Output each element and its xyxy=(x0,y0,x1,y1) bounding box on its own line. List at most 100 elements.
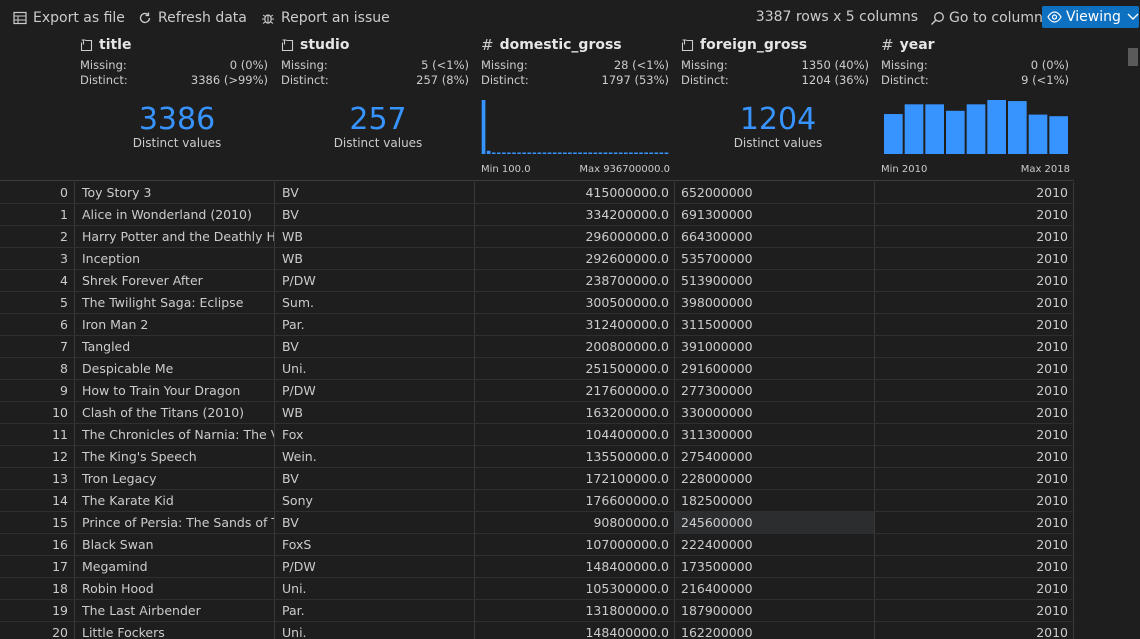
cell-foreign-gross[interactable]: 311300000 xyxy=(675,424,875,445)
cell-studio[interactable]: WB xyxy=(275,402,475,423)
table-row[interactable]: 4 Shrek Forever After P/DW 238700000.0 51390… xyxy=(0,270,1074,292)
cell-year[interactable]: 2010 xyxy=(875,534,1074,555)
cell-foreign-gross[interactable]: 275400000 xyxy=(675,446,875,467)
cell-studio[interactable]: BV xyxy=(275,204,475,225)
cell-foreign-gross[interactable]: 652000000 xyxy=(675,182,875,203)
cell-domestic-gross[interactable]: 105300000.0 xyxy=(475,578,675,599)
table-row[interactable]: 5 The Twilight Saga: Eclipse Sum. 300500000… xyxy=(0,292,1074,314)
export-button[interactable]: Export as file xyxy=(13,8,125,28)
cell-foreign-gross[interactable]: 187900000 xyxy=(675,600,875,621)
cell-title[interactable]: Clash of the Titans (2010) xyxy=(75,402,275,423)
cell-year[interactable]: 2010 xyxy=(875,622,1074,639)
cell-year[interactable]: 2010 xyxy=(875,336,1074,357)
cell-domestic-gross[interactable]: 415000000.0 xyxy=(475,182,675,203)
cell-foreign-gross[interactable]: 162200000 xyxy=(675,622,875,639)
column-header-foreign-gross[interactable]: foreign_gross Missing: 1350 (40%) Distinc… xyxy=(681,34,875,180)
table-row[interactable]: 3 Inception WB 292600000.0 535700000 2010 xyxy=(0,248,1074,270)
table-row[interactable]: 19 The Last Airbender Par. 131800000.0 18790… xyxy=(0,600,1074,622)
cell-domestic-gross[interactable]: 238700000.0 xyxy=(475,270,675,291)
cell-domestic-gross[interactable]: 163200000.0 xyxy=(475,402,675,423)
cell-foreign-gross[interactable]: 535700000 xyxy=(675,248,875,269)
cell-foreign-gross[interactable]: 291600000 xyxy=(675,358,875,379)
table-row[interactable]: 10 Clash of the Titans (2010) WB 163200000.… xyxy=(0,402,1074,424)
cell-foreign-gross[interactable]: 330000000 xyxy=(675,402,875,423)
cell-title[interactable]: Black Swan xyxy=(75,534,275,555)
cell-title[interactable]: How to Train Your Dragon xyxy=(75,380,275,401)
cell-studio[interactable]: P/DW xyxy=(275,556,475,577)
cell-domestic-gross[interactable]: 172100000.0 xyxy=(475,468,675,489)
column-header-domestic-gross[interactable]: # domestic_gross Missing: 28 (<1%) Distin… xyxy=(481,34,675,180)
cell-year[interactable]: 2010 xyxy=(875,512,1074,533)
cell-title[interactable]: Little Fockers xyxy=(75,622,275,639)
cell-domestic-gross[interactable]: 135500000.0 xyxy=(475,446,675,467)
cell-domestic-gross[interactable]: 296000000.0 xyxy=(475,226,675,247)
cell-year[interactable]: 2010 xyxy=(875,490,1074,511)
table-row[interactable]: 2Harry Potter and the Deathly HallowsWB2… xyxy=(0,226,1074,248)
cell-foreign-gross[interactable]: 391000000 xyxy=(675,336,875,357)
cell-year[interactable]: 2010 xyxy=(875,600,1074,621)
cell-year[interactable]: 2010 xyxy=(875,468,1074,489)
cell-studio[interactable]: Fox xyxy=(275,424,475,445)
cell-year[interactable]: 2010 xyxy=(875,556,1074,577)
cell-domestic-gross[interactable]: 148400000.0 xyxy=(475,622,675,639)
viewing-mode-dropdown[interactable]: Viewing xyxy=(1042,6,1139,28)
cell-domestic-gross[interactable]: 90800000.0 xyxy=(475,512,675,533)
cell-title[interactable]: The Karate Kid xyxy=(75,490,275,511)
cell-year[interactable]: 2010 xyxy=(875,380,1074,401)
cell-foreign-gross[interactable]: 311500000 xyxy=(675,314,875,335)
cell-studio[interactable]: BV xyxy=(275,468,475,489)
cell-domestic-gross[interactable]: 292600000.0 xyxy=(475,248,675,269)
cell-domestic-gross[interactable]: 300500000.0 xyxy=(475,292,675,313)
scrollbar-thumb[interactable] xyxy=(1128,48,1138,66)
cell-domestic-gross[interactable]: 217600000.0 xyxy=(475,380,675,401)
column-header-studio[interactable]: studio Missing: 5 (<1%) Distinct: 257 (8%)… xyxy=(281,34,475,180)
table-row[interactable]: 8 Despicable Me Uni. 251500000.0 291600000 20… xyxy=(0,358,1074,380)
table-row[interactable]: 9 How to Train Your Dragon P/DW 217600000.0… xyxy=(0,380,1074,402)
cell-title[interactable]: Despicable Me xyxy=(75,358,275,379)
cell-year[interactable]: 2010 xyxy=(875,226,1074,247)
cell-year[interactable]: 2010 xyxy=(875,204,1074,225)
cell-studio[interactable]: Par. xyxy=(275,314,475,335)
table-row[interactable]: 13 Tron Legacy BV 172100000.0 228000000 2010 xyxy=(0,468,1074,490)
table-row[interactable]: 20 Little Fockers Uni. 148400000.0 162200000… xyxy=(0,622,1074,639)
cell-year[interactable]: 2010 xyxy=(875,578,1074,599)
cell-title[interactable]: The Last Airbender xyxy=(75,600,275,621)
cell-year[interactable]: 2010 xyxy=(875,270,1074,291)
cell-studio[interactable]: WB xyxy=(275,248,475,269)
table-row[interactable]: 6 Iron Man 2 Par. 312400000.0 311500000 2010 xyxy=(0,314,1074,336)
cell-title[interactable]: Alice in Wonderland (2010) xyxy=(75,204,275,225)
cell-year[interactable]: 2010 xyxy=(875,292,1074,313)
cell-title[interactable]: Shrek Forever After xyxy=(75,270,275,291)
refresh-button[interactable]: Refresh data xyxy=(138,8,247,28)
cell-studio[interactable]: Uni. xyxy=(275,578,475,599)
cell-foreign-gross[interactable]: 398000000 xyxy=(675,292,875,313)
cell-studio[interactable]: BV xyxy=(275,336,475,357)
table-row[interactable]: 16 Black Swan FoxS 107000000.0 222400000 2010 xyxy=(0,534,1074,556)
table-row[interactable]: 18 Robin Hood Uni. 105300000.0 216400000 2010 xyxy=(0,578,1074,600)
cell-domestic-gross[interactable]: 200800000.0 xyxy=(475,336,675,357)
cell-foreign-gross[interactable]: 245600000 xyxy=(675,512,875,533)
cell-title[interactable]: The King's Speech xyxy=(75,446,275,467)
table-row[interactable]: 17 Megamind P/DW 148400000.0 173500000 2010 xyxy=(0,556,1074,578)
cell-domestic-gross[interactable]: 334200000.0 xyxy=(475,204,675,225)
cell-foreign-gross[interactable]: 277300000 xyxy=(675,380,875,401)
cell-studio[interactable]: Wein. xyxy=(275,446,475,467)
vertical-scrollbar[interactable] xyxy=(1126,34,1140,639)
cell-studio[interactable]: BV xyxy=(275,182,475,203)
cell-year[interactable]: 2010 xyxy=(875,182,1074,203)
cell-year[interactable]: 2010 xyxy=(875,402,1074,423)
cell-title[interactable]: The Twilight Saga: Eclipse xyxy=(75,292,275,313)
table-row[interactable]: 0 Toy Story 3 BV 415000000.0 652000000 2010 xyxy=(0,182,1074,204)
cell-studio[interactable]: Par. xyxy=(275,600,475,621)
cell-title[interactable]: Robin Hood xyxy=(75,578,275,599)
cell-foreign-gross[interactable]: 216400000 xyxy=(675,578,875,599)
cell-title[interactable]: Tron Legacy xyxy=(75,468,275,489)
cell-year[interactable]: 2010 xyxy=(875,446,1074,467)
cell-foreign-gross[interactable]: 222400000 xyxy=(675,534,875,555)
cell-studio[interactable]: Sum. xyxy=(275,292,475,313)
cell-studio[interactable]: P/DW xyxy=(275,380,475,401)
cell-title[interactable]: Megamind xyxy=(75,556,275,577)
cell-foreign-gross[interactable]: 228000000 xyxy=(675,468,875,489)
table-row[interactable]: 11The Chronicles of Narnia: The VoyageFo… xyxy=(0,424,1074,446)
cell-studio[interactable]: FoxS xyxy=(275,534,475,555)
